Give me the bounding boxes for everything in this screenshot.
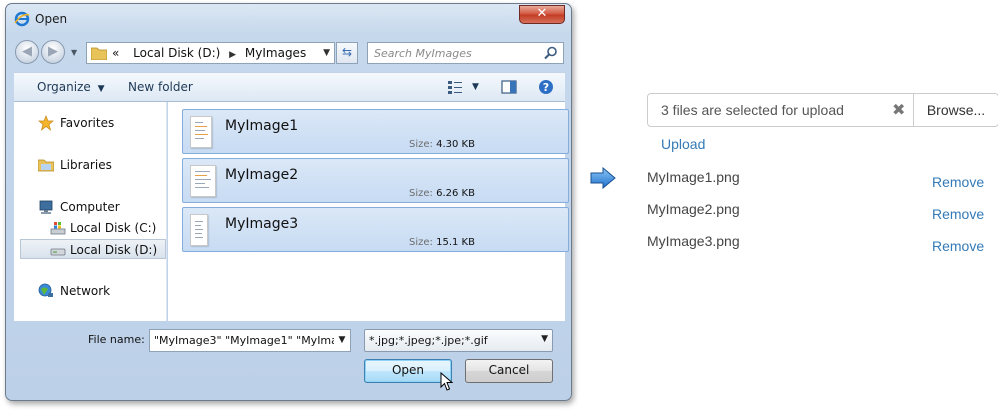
remove-link[interactable]: Remove: [932, 238, 984, 254]
uploaded-file-name: MyImage2.png: [647, 201, 740, 217]
nav-item-libraries[interactable]: Libraries: [14, 155, 167, 175]
list-item: MyImage1.png Remove: [647, 169, 998, 191]
search-icon[interactable]: [544, 46, 558, 60]
list-item: MyImage2.png Remove: [647, 201, 998, 223]
address-bar[interactable]: « Local Disk (D:) ▶ MyImages ▼: [86, 42, 335, 64]
file-tile-myimage2[interactable]: MyImage2 Size: 6.26 KB: [182, 158, 569, 203]
refresh-button[interactable]: ⇆: [336, 42, 358, 64]
svg-text:?: ?: [543, 81, 549, 94]
folder-icon: [91, 47, 107, 60]
view-dropdown-icon[interactable]: ▼: [472, 82, 479, 92]
cancel-button[interactable]: Cancel: [465, 359, 553, 383]
view-list-icon[interactable]: [447, 79, 463, 95]
selected-files-status: 3 files are selected for upload: [661, 102, 844, 118]
search-box[interactable]: Search MyImages: [367, 42, 564, 64]
file-tile-myimage3[interactable]: MyImage3 Size: 15.1 KB: [182, 207, 569, 252]
image-thumbnail-icon: [190, 116, 212, 148]
libraries-icon: [38, 159, 54, 172]
star-icon: [38, 115, 54, 131]
back-button[interactable]: ◀: [15, 40, 39, 64]
close-button[interactable]: ✕: [519, 5, 565, 24]
uploaded-file-name: MyImage1.png: [647, 169, 740, 185]
dialog-title: Open: [35, 12, 68, 26]
breadcrumb-separator-icon[interactable]: ▶: [229, 50, 236, 60]
upload-file-input[interactable]: 3 files are selected for upload ✖ Browse…: [647, 93, 998, 127]
search-input[interactable]: Search MyImages: [374, 47, 472, 60]
back-forward-buttons: ◀ ▶ ▼: [15, 38, 79, 66]
forward-button[interactable]: ▶: [41, 40, 65, 64]
open-file-dialog: Open ✕ ◀ ▶ ▼ « Local Disk (D:) ▶ MyImage…: [5, 3, 572, 401]
file-name-input[interactable]: "MyImage3" "MyImage1" "MyImage2" ▼: [149, 329, 351, 352]
organize-dropdown-icon: ▼: [97, 84, 105, 94]
network-icon: [38, 283, 53, 297]
file-name-dropdown-icon[interactable]: ▼: [334, 330, 350, 351]
clear-selection-icon[interactable]: ✖: [892, 100, 905, 119]
list-item: MyImage3.png Remove: [647, 233, 998, 255]
nav-item-local-disk-d[interactable]: Local Disk (D:): [20, 239, 166, 259]
file-name: MyImage3: [225, 216, 299, 232]
breadcrumb-overflow[interactable]: «: [112, 46, 119, 60]
file-type-select[interactable]: *.jpg;*.jpeg;*.jpe;*.gif ▼: [364, 329, 553, 352]
file-size: Size: 4.30 KB: [409, 139, 475, 150]
file-list-pane: MyImage1 Size: 4.30 KB MyImage2 Size: 6.…: [168, 102, 569, 321]
file-tile-myimage1[interactable]: MyImage1 Size: 4.30 KB: [182, 109, 569, 154]
right-arrow-icon: [590, 167, 616, 189]
command-toolbar: Organize ▼ New folder ▼ ?: [14, 72, 565, 102]
mouse-cursor-icon: [440, 372, 454, 391]
help-icon[interactable]: ?: [538, 79, 554, 95]
file-name: MyImage2: [225, 167, 299, 183]
address-dropdown-icon[interactable]: ▼: [323, 48, 330, 58]
remove-link[interactable]: Remove: [932, 174, 984, 190]
preview-pane-icon[interactable]: [501, 79, 517, 95]
refresh-icon: ⇆: [341, 45, 353, 59]
file-name: MyImage1: [225, 118, 299, 134]
open-button[interactable]: Open: [364, 359, 452, 383]
breadcrumb-local-disk-d[interactable]: Local Disk (D:): [133, 46, 220, 60]
internet-explorer-icon: [14, 11, 30, 27]
file-name-label: File name:: [88, 333, 145, 346]
upload-link[interactable]: Upload: [661, 136, 705, 152]
title-bar[interactable]: Open ✕: [6, 4, 571, 34]
computer-icon: [39, 200, 53, 214]
nav-item-computer[interactable]: Computer: [14, 197, 167, 217]
nav-item-favorites[interactable]: Favorites: [14, 113, 167, 133]
organize-button[interactable]: Organize ▼: [37, 80, 105, 94]
drive-icon: [50, 248, 66, 256]
forward-arrow-icon: ▶: [48, 44, 58, 59]
back-arrow-icon: ◀: [22, 44, 32, 59]
navigation-pane: Favorites Libraries Computer Local Disk …: [14, 102, 167, 321]
file-size: Size: 6.26 KB: [409, 188, 475, 199]
image-thumbnail-icon: [190, 214, 208, 246]
image-thumbnail-icon: [190, 165, 216, 197]
browse-button[interactable]: Browse...: [913, 93, 998, 127]
breadcrumb: « Local Disk (D:) ▶ MyImages: [112, 46, 306, 60]
file-size: Size: 15.1 KB: [409, 237, 475, 248]
breadcrumb-myimages[interactable]: MyImages: [245, 46, 306, 60]
remove-link[interactable]: Remove: [932, 206, 984, 222]
nav-item-local-disk-c[interactable]: Local Disk (C:): [14, 218, 167, 238]
uploaded-file-name: MyImage3.png: [647, 233, 740, 249]
file-type-dropdown-icon: ▼: [541, 334, 548, 344]
nav-item-network[interactable]: Network: [14, 281, 167, 301]
recent-pages-dropdown-icon[interactable]: ▼: [71, 48, 77, 57]
windows-drive-icon: [50, 222, 66, 235]
new-folder-button[interactable]: New folder: [128, 80, 193, 94]
